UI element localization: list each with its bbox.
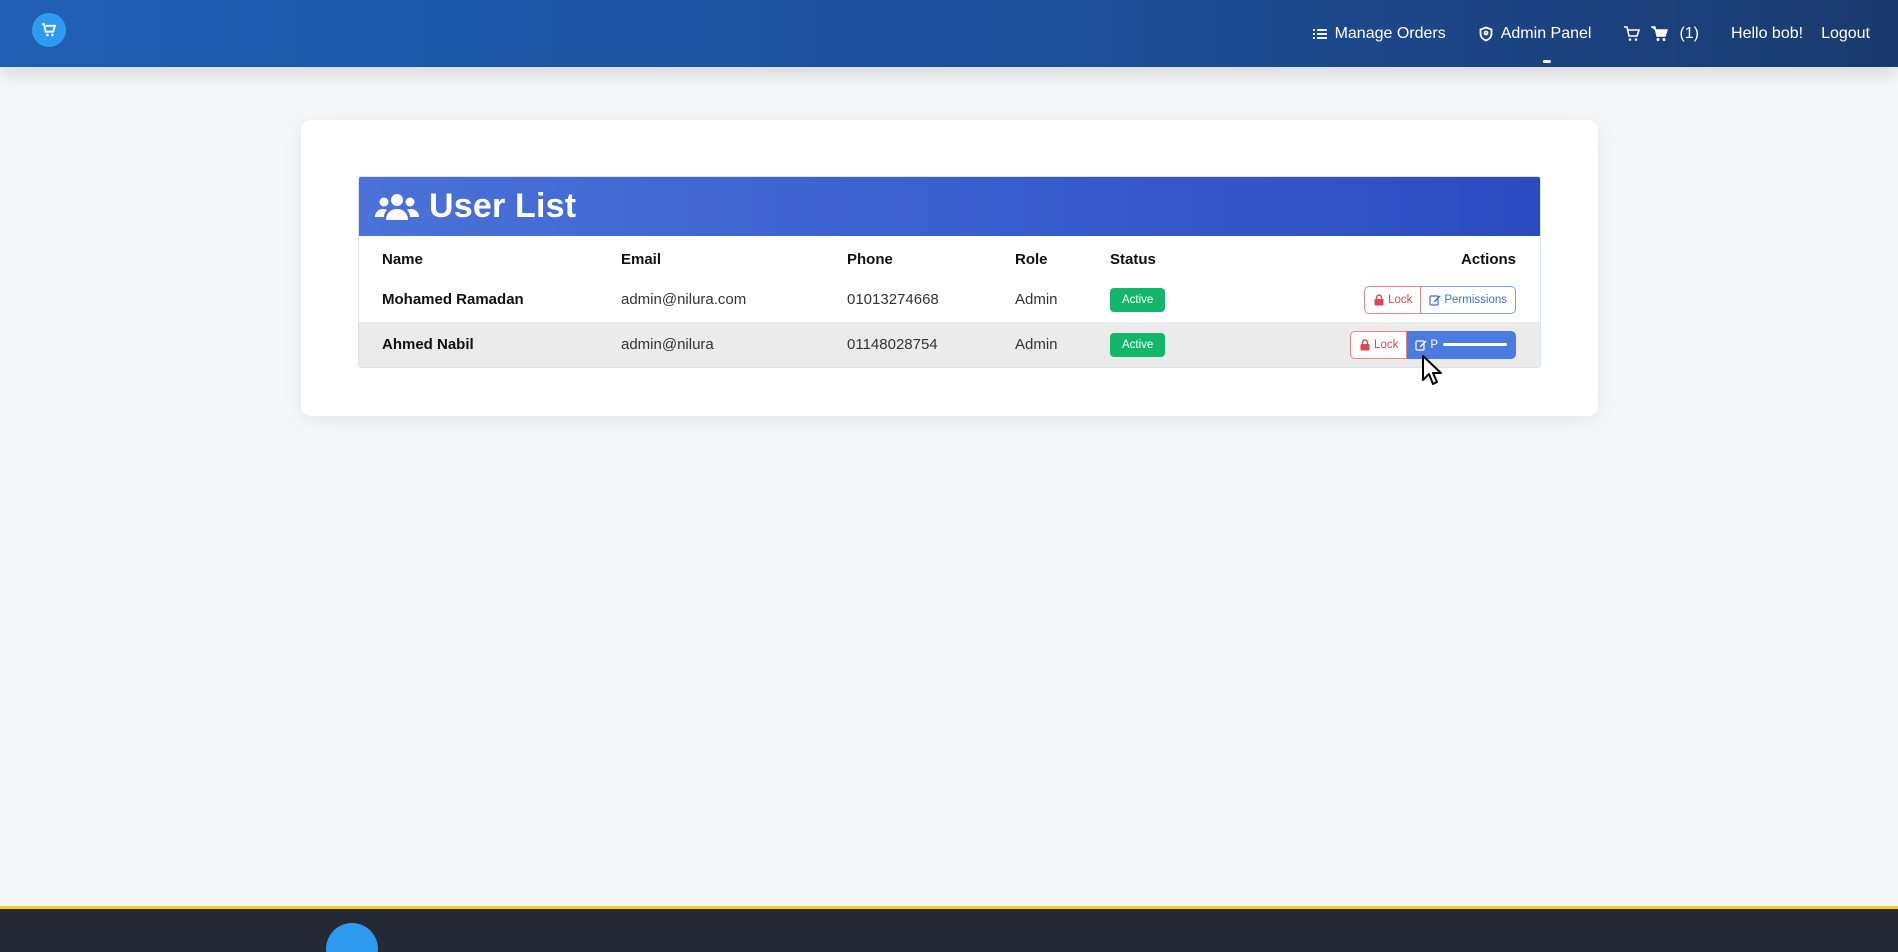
- content-card: User List Name Email Phone Role Status A…: [301, 120, 1598, 416]
- greeting: Hello bob!: [1731, 24, 1804, 42]
- user-role: Admin: [1015, 322, 1110, 367]
- lock-icon: [1360, 338, 1370, 350]
- user-email: admin@nilura.com: [621, 291, 747, 308]
- user-name: Mohamed Ramadan: [382, 291, 524, 308]
- edit-icon: [1429, 294, 1441, 306]
- lock-button[interactable]: Lock: [1350, 330, 1408, 359]
- user-name: Ahmed Nabil: [359, 322, 621, 367]
- permissions-label: Permissions: [1444, 293, 1507, 306]
- mouse-cursor-icon: [1422, 355, 1442, 385]
- column-header-role: Role: [1015, 251, 1048, 268]
- user-list-panel: User List Name Email Phone Role Status A…: [358, 176, 1541, 368]
- page-title: User List: [429, 187, 577, 225]
- column-header-phone: Phone: [847, 251, 893, 268]
- lock-label: Lock: [1388, 293, 1413, 306]
- cart-count: (1): [1679, 24, 1700, 42]
- top-navbar: Manage Orders Admin Panel (1) Hello bob!…: [0, 0, 1898, 67]
- status-badge: Active: [1110, 332, 1166, 357]
- lock-icon: [1374, 293, 1384, 305]
- user-role: Admin: [1015, 291, 1058, 308]
- shop-logo-icon: [42, 23, 57, 37]
- column-header-actions: Actions: [1460, 251, 1516, 268]
- active-nav-indicator: [1543, 60, 1551, 63]
- logo[interactable]: [32, 13, 66, 47]
- user-phone: 01013274668: [847, 291, 939, 308]
- user-email: admin@nilura: [621, 322, 847, 367]
- status-cell: Active: [1110, 322, 1310, 367]
- lock-button[interactable]: Lock: [1364, 285, 1422, 314]
- list-icon: [1312, 28, 1327, 39]
- footer: [0, 906, 1898, 952]
- cart-outline-icon: [1624, 25, 1641, 41]
- shield-icon: [1479, 26, 1493, 41]
- logout-link[interactable]: Logout: [1821, 25, 1870, 43]
- nav-manage-orders-label: Manage Orders: [1334, 24, 1446, 42]
- table-row: Ahmed Nabil admin@nilura 01148028754 Adm…: [359, 322, 1540, 367]
- column-header-status: Status: [1110, 251, 1156, 268]
- lock-label: Lock: [1374, 338, 1399, 351]
- edit-icon: [1415, 339, 1427, 351]
- footer-logo: [326, 923, 378, 952]
- column-header-email: Email: [621, 251, 662, 268]
- nav-admin-panel[interactable]: Admin Panel: [1478, 24, 1592, 43]
- status-cell: Active: [1110, 277, 1310, 322]
- column-header-name: Name: [382, 251, 423, 268]
- user-list-header: User List: [359, 177, 1540, 236]
- nav-admin-panel-label: Admin Panel: [1500, 24, 1592, 42]
- nav-cart[interactable]: (1): [1623, 25, 1699, 43]
- nav-manage-orders[interactable]: Manage Orders: [1312, 25, 1446, 43]
- users-icon: [375, 193, 419, 220]
- permissions-button[interactable]: Permissions: [1421, 285, 1516, 314]
- status-badge: Active: [1110, 287, 1166, 312]
- table-row: Mohamed Ramadan admin@nilura.com 0101327…: [359, 277, 1540, 322]
- nav-links: Manage Orders Admin Panel (1) Hello bob!…: [1280, 0, 1870, 67]
- hover-underline: [1443, 343, 1507, 346]
- cart-icon: [1651, 25, 1669, 41]
- user-phone: 01148028754: [847, 322, 1015, 367]
- action-button-group: Lock Permissions: [1364, 285, 1516, 314]
- user-table: Name Email Phone Role Status Actions Moh…: [359, 236, 1540, 367]
- permissions-label: P: [1430, 338, 1438, 351]
- actions-cell: Lock Permissions: [1310, 277, 1540, 322]
- table-header-row: Name Email Phone Role Status Actions: [359, 236, 1540, 277]
